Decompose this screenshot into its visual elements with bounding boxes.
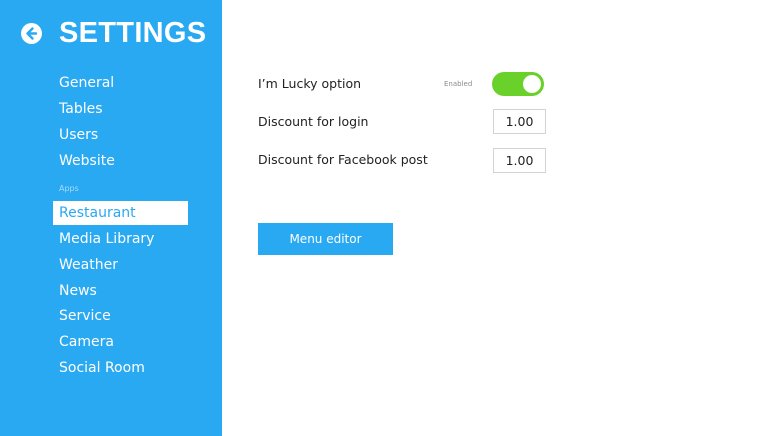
- sidebar-item-service[interactable]: Service: [53, 304, 188, 328]
- lucky-option-toggle[interactable]: [492, 72, 544, 96]
- toggle-knob: [523, 75, 541, 93]
- sidebar-item-weather[interactable]: Weather: [53, 253, 188, 277]
- discount-login-label: Discount for login: [258, 114, 369, 129]
- sidebar-item-website[interactable]: Website: [53, 149, 188, 173]
- sidebar-item-tables[interactable]: Tables: [53, 97, 188, 121]
- discount-facebook-input[interactable]: [493, 148, 546, 173]
- settings-app: SETTINGS General Tables Users Website Ap…: [0, 0, 776, 436]
- sidebar-item-social-room[interactable]: Social Room: [53, 356, 188, 380]
- sidebar-item-media-library[interactable]: Media Library: [53, 227, 188, 251]
- sidebar-item-restaurant[interactable]: Restaurant: [53, 201, 188, 225]
- sidebar-item-camera[interactable]: Camera: [53, 330, 188, 354]
- sidebar-item-general[interactable]: General: [53, 71, 188, 95]
- discount-facebook-label: Discount for Facebook post: [258, 152, 428, 167]
- discount-login-input[interactable]: [493, 109, 546, 134]
- page-title: SETTINGS: [59, 17, 207, 49]
- lucky-option-label: I’m Lucky option: [258, 76, 362, 91]
- back-button[interactable]: [21, 23, 42, 44]
- lucky-option-status: Enabled: [444, 80, 473, 88]
- sidebar-item-news[interactable]: News: [53, 279, 188, 303]
- apps-section-label: Apps: [59, 184, 79, 193]
- arrow-left-circle-icon: [26, 27, 38, 40]
- menu-editor-button[interactable]: Menu editor: [258, 223, 393, 255]
- sidebar: SETTINGS General Tables Users Website Ap…: [0, 0, 222, 436]
- sidebar-item-users[interactable]: Users: [53, 123, 188, 147]
